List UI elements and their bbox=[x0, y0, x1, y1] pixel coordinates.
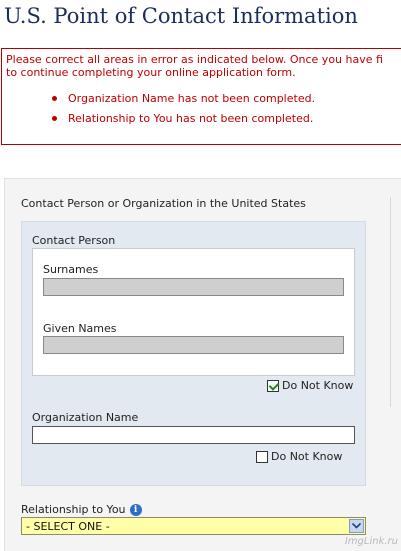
organization-name-label: Organization Name bbox=[32, 411, 139, 424]
contact-form-panel: Contact Person or Organization in the Un… bbox=[4, 178, 401, 551]
error-summary: Please correct all areas in error as ind… bbox=[1, 48, 401, 145]
contact-person-fields: Surnames Given Names bbox=[32, 248, 355, 376]
section-heading: Contact Person or Organization in the Un… bbox=[21, 197, 306, 210]
contact-person-panel: Contact Person Surnames Given Names Do N… bbox=[21, 221, 366, 486]
surnames-input[interactable] bbox=[43, 278, 344, 296]
error-list: Organization Name has not been completed… bbox=[52, 92, 315, 132]
relationship-label-row: Relationship to You i bbox=[21, 503, 142, 516]
page-title: U.S. Point of Contact Information bbox=[4, 4, 358, 28]
contact-do-not-know-label: Do Not Know bbox=[282, 379, 354, 392]
bullet-icon bbox=[52, 116, 57, 121]
watermark: ImgLink.ru bbox=[344, 536, 398, 547]
surnames-label: Surnames bbox=[43, 263, 99, 276]
organization-name-input[interactable] bbox=[32, 426, 355, 444]
contact-do-not-know[interactable]: Do Not Know bbox=[267, 379, 353, 392]
error-item: Relationship to You has not been complet… bbox=[52, 112, 315, 132]
error-item: Organization Name has not been completed… bbox=[52, 92, 315, 112]
relationship-select-value: - SELECT ONE - bbox=[26, 519, 110, 533]
bullet-icon bbox=[52, 96, 57, 101]
organization-do-not-know-label: Do Not Know bbox=[271, 450, 343, 463]
error-message: Please correct all areas in error as ind… bbox=[6, 53, 401, 79]
relationship-select[interactable]: - SELECT ONE - bbox=[21, 517, 366, 535]
contact-person-label: Contact Person bbox=[32, 234, 116, 247]
organization-do-not-know[interactable]: Do Not Know bbox=[256, 450, 342, 463]
given-names-input[interactable] bbox=[43, 336, 344, 354]
given-names-label: Given Names bbox=[43, 322, 117, 335]
vertical-divider bbox=[390, 197, 391, 407]
contact-do-not-know-checkbox[interactable] bbox=[267, 379, 279, 392]
chevron-down-icon[interactable] bbox=[349, 519, 364, 533]
error-item-text: Organization Name has not been completed… bbox=[68, 92, 316, 105]
info-icon[interactable]: i bbox=[129, 503, 142, 516]
error-message-line-1: Please correct all areas in error as ind… bbox=[6, 53, 383, 66]
error-message-line-2: to continue completing your online appli… bbox=[6, 66, 296, 79]
organization-do-not-know-checkbox[interactable] bbox=[256, 450, 268, 463]
error-item-text: Relationship to You has not been complet… bbox=[68, 112, 314, 125]
relationship-label: Relationship to You bbox=[21, 503, 126, 516]
